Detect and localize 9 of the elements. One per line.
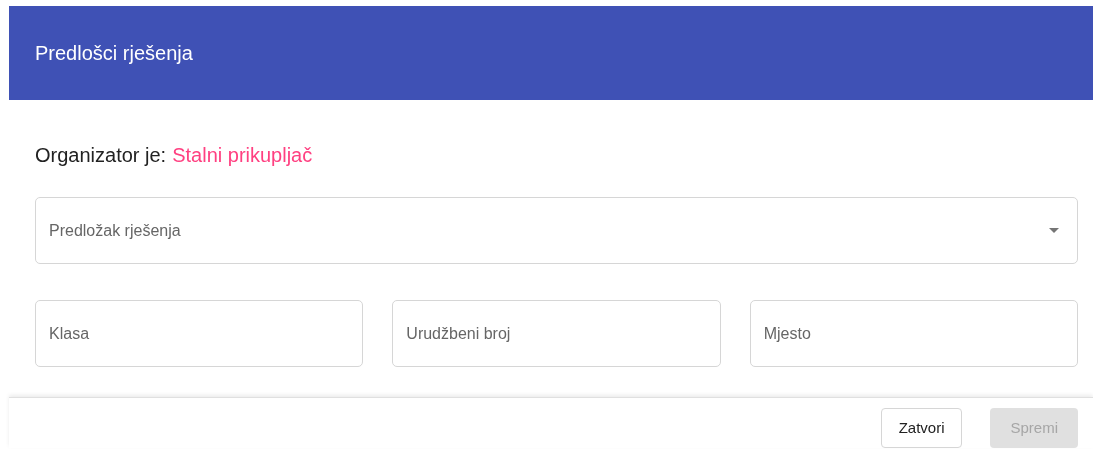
caret-icon — [1049, 228, 1059, 233]
input-field[interactable]: Urudžbeni broj — [392, 300, 721, 367]
close-button[interactable]: Zatvori — [880, 408, 963, 448]
organizer-label: Organizator je: — [35, 143, 167, 168]
dialog-title: Predlošci rješenja — [35, 41, 193, 66]
input-field[interactable]: Klasa — [35, 300, 364, 367]
organizer-value: Stalni prikupljač — [172, 143, 313, 168]
input-field[interactable]: Mjesto — [749, 300, 1078, 367]
template-select[interactable]: Predložak rješenja — [35, 197, 1078, 264]
